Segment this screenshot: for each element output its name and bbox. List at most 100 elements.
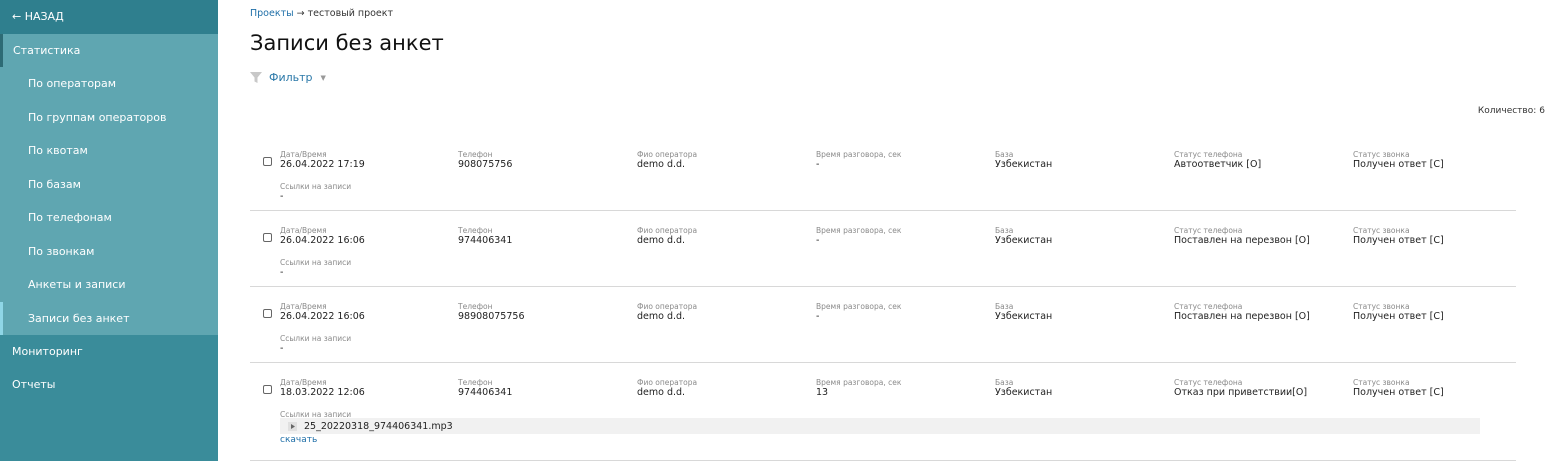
sidebar-item-by-operators[interactable]: По операторам [0,67,218,101]
breadcrumb-arrow: → [296,8,305,19]
label-phone: Телефон [458,378,493,387]
label-links: Ссылки на записи [280,334,352,343]
field-phone-status: Статус телефона Автоответчик [О] [1174,150,1261,171]
field-operator: Фио оператора demo d.d. [637,378,698,399]
sidebar-item-by-calls[interactable]: По звонкам [0,235,218,269]
field-phone: Телефон 974406341 [458,378,512,399]
field-call-status: Статус звонка Получен ответ [С] [1353,378,1444,399]
value-talk-time: - [816,159,820,170]
record-row: Дата/Время 26.04.2022 17:19 Телефон 908075… [250,135,1516,211]
value-links: - [280,343,284,354]
field-links: Ссылки на записи - [280,334,352,355]
record-row: Дата/Время 18.03.2022 12:06 Телефон 974406… [250,363,1516,461]
filter-toggle[interactable]: Фильтр ▼ [250,71,326,84]
value-talk-time: - [816,311,820,322]
label-talk-time: Время разговора, сек [816,302,902,311]
value-talk-time: - [816,235,820,246]
filter-label: Фильтр [269,71,313,84]
value-talk-time: 13 [816,387,829,398]
play-icon[interactable] [288,421,297,431]
value-phone-status: Отказ при приветствии[О] [1174,387,1308,398]
label-datetime: Дата/Время [280,150,327,159]
sidebar-item-by-bases[interactable]: По базам [0,168,218,202]
value-links: - [280,267,284,278]
sidebar-submenu: По операторам По группам операторов По к… [0,67,218,335]
field-datetime: Дата/Время 26.04.2022 16:06 [280,302,365,323]
label-phone: Телефон [458,226,493,235]
label-phone: Телефон [458,150,493,159]
label-operator: Фио оператора [637,226,698,235]
field-call-status: Статус звонка Получен ответ [С] [1353,302,1444,323]
label-phone-status: Статус телефона [1174,226,1243,235]
label-call-status: Статус звонка [1353,378,1410,387]
label-base: База [995,226,1014,235]
label-phone-status: Статус телефона [1174,378,1243,387]
label-phone-status: Статус телефона [1174,150,1243,159]
record-checkbox[interactable] [263,157,272,166]
value-datetime: 26.04.2022 16:06 [280,311,365,322]
value-phone: 974406341 [458,235,513,246]
sidebar-section-monitoring[interactable]: Мониторинг [0,335,218,368]
label-talk-time: Время разговора, сек [816,226,902,235]
record-checkbox[interactable] [263,309,272,318]
field-base: База Узбекистан [995,226,1053,247]
field-call-status: Статус звонка Получен ответ [С] [1353,150,1444,171]
count-label: Количество: [1477,106,1537,116]
label-phone: Телефон [458,302,493,311]
breadcrumb-projects-link[interactable]: Проекты [250,8,294,19]
sidebar-item-records-without-surveys[interactable]: Записи без анкет [0,301,218,335]
value-datetime: 18.03.2022 12:06 [280,387,365,398]
field-talk-time: Время разговора, сек - [816,302,902,323]
label-base: База [995,302,1014,311]
field-base: База Узбекистан [995,378,1052,399]
records-list: Дата/Время 26.04.2022 17:19 Телефон 908075… [250,135,1516,461]
sidebar-item-surveys-and-records[interactable]: Анкеты и записи [0,268,218,302]
field-phone-status: Статус телефона Отказ при приветствии[О] [1174,378,1308,399]
sidebar-item-by-quotas[interactable]: По квотам [0,134,218,168]
field-operator: Фио оператора demo d.d. [637,303,697,323]
value-base: Узбекистан [995,235,1053,246]
label-datetime: Дата/Время [280,226,327,235]
audio-filename: 25_20220318_974406341.mp3 [304,420,453,432]
record-checkbox[interactable] [263,233,272,242]
sidebar-section-reports[interactable]: Отчеты [0,368,218,401]
label-links: Ссылки на записи [280,182,352,191]
label-call-status: Статус звонка [1353,302,1410,311]
sidebar-item-by-phones[interactable]: По телефонам [0,201,218,235]
label-base: База [995,378,1014,387]
field-operator: Фио оператора demo d.d. [637,150,698,171]
field-datetime: Дата/Время 18.03.2022 12:06 [280,379,365,399]
back-button[interactable]: ← НАЗАД [0,0,218,34]
label-call-status: Статус звонка [1353,150,1410,159]
field-phone: Телефон 908075756 [458,150,512,171]
field-links: Ссылки на записи - [280,258,352,279]
field-datetime: Дата/Время 26.04.2022 16:06 [280,226,365,247]
record-checkbox[interactable] [263,385,272,394]
label-talk-time: Время разговора, сек [816,150,902,159]
value-datetime: 26.04.2022 17:19 [280,159,365,170]
value-phone-status: Поставлен на перезвон [О] [1174,311,1310,322]
value-operator: demo d.d. [637,387,686,398]
value-base: Узбекистан [995,159,1053,170]
field-base: База Узбекистан [995,302,1053,323]
label-links: Ссылки на записи [280,258,352,267]
label-operator: Фио оператора [637,378,698,387]
page-title: Записи без анкет [250,31,444,55]
main-content: Проекты → тестовый проект Записи без анк… [218,0,1557,461]
label-operator: Фио оператора [637,150,698,159]
record-row: Дата/Время 26.04.2022 16:06 Телефон 989080… [250,287,1516,363]
download-link[interactable]: скачать [280,435,317,445]
funnel-icon [250,71,262,83]
count-value: 6 [1539,106,1545,116]
label-datetime: Дата/Время [280,302,327,311]
value-base: Узбекистан [995,311,1053,322]
field-phone: Телефон 98908075756 [458,302,525,323]
records-count: Количество: 6 [1475,106,1545,116]
sidebar-section-statistics[interactable]: Статистика [0,34,218,67]
field-base: База Узбекистан [995,151,1053,171]
sidebar-item-by-operator-groups[interactable]: По группам операторов [0,101,218,135]
value-phone-status: Поставлен на перезвон [О] [1174,235,1310,246]
field-talk-time: Время разговора, сек - [816,226,902,247]
value-call-status: Получен ответ [С] [1353,311,1444,322]
sidebar: ← НАЗАД Статистика По операторам По груп… [0,0,218,461]
